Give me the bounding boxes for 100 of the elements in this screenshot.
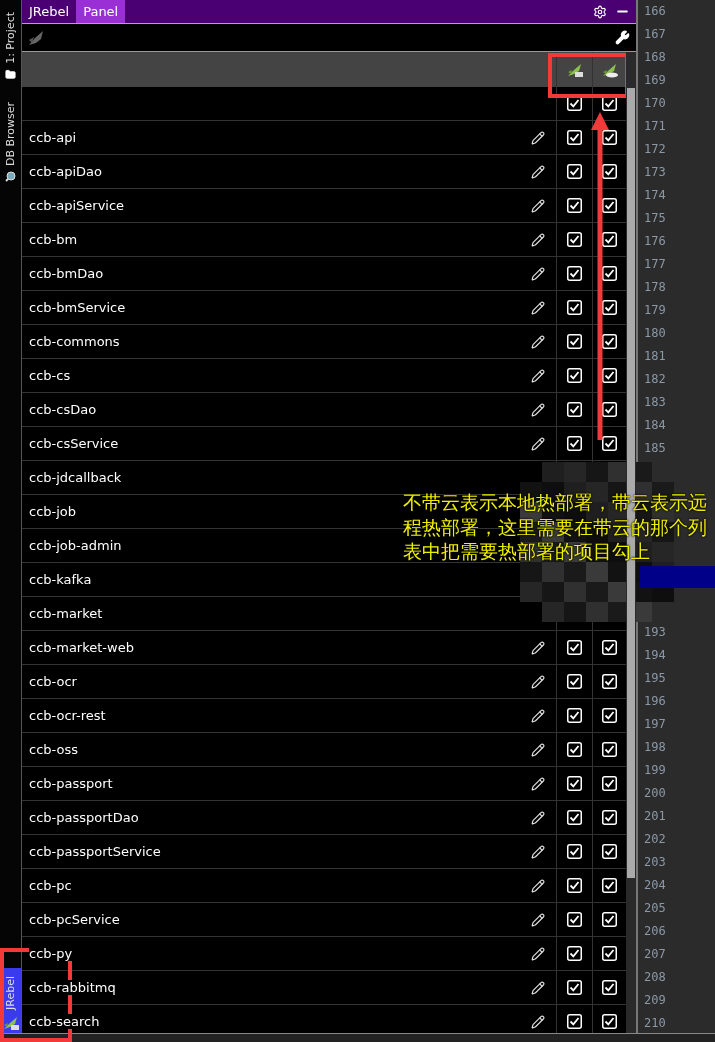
line-number: 184 xyxy=(644,417,667,434)
checkbox[interactable] xyxy=(567,266,582,281)
line-number: 208 xyxy=(644,969,667,986)
settings-icon[interactable] xyxy=(593,4,607,19)
edit-icon[interactable] xyxy=(531,844,545,859)
rocket-icon[interactable] xyxy=(28,29,46,46)
line-number: 198 xyxy=(644,739,667,756)
checkbox[interactable] xyxy=(567,368,582,383)
checkbox[interactable] xyxy=(567,912,582,927)
project-name: ccb-bmDao xyxy=(29,266,104,281)
line-number: 194 xyxy=(644,647,667,664)
project-name: ccb-apiDao xyxy=(29,164,102,179)
checkbox[interactable] xyxy=(567,232,582,247)
edit-icon[interactable] xyxy=(531,232,545,247)
checkbox[interactable] xyxy=(567,844,582,859)
checkbox[interactable] xyxy=(602,912,617,927)
checkbox[interactable] xyxy=(602,1014,617,1029)
project-name: ccb-oss xyxy=(29,742,78,757)
line-number: 200 xyxy=(644,785,667,802)
line-number: 183 xyxy=(644,394,667,411)
checkbox[interactable] xyxy=(602,776,617,791)
checkbox[interactable] xyxy=(567,810,582,825)
tool-window-tab[interactable]: DB Browser xyxy=(0,93,21,186)
checkbox[interactable] xyxy=(567,980,582,995)
edit-icon[interactable] xyxy=(531,368,545,383)
line-number: 210 xyxy=(644,1015,667,1032)
checkbox[interactable] xyxy=(567,130,582,145)
project-name: ccb-market-web xyxy=(29,640,134,655)
panel-tab[interactable]: Panel xyxy=(76,0,126,23)
project-name: ccb-ocr xyxy=(29,674,77,689)
line-number: 195 xyxy=(644,670,667,687)
checkbox[interactable] xyxy=(602,946,617,961)
folder-icon xyxy=(5,68,16,80)
checkbox[interactable] xyxy=(567,640,582,655)
checkbox[interactable] xyxy=(567,776,582,791)
edit-icon[interactable] xyxy=(531,300,545,315)
checkbox[interactable] xyxy=(567,164,582,179)
edit-icon[interactable] xyxy=(531,878,545,893)
line-number: 203 xyxy=(644,854,667,871)
edit-icon[interactable] xyxy=(531,640,545,655)
checkbox[interactable] xyxy=(602,640,617,655)
checkbox[interactable] xyxy=(567,878,582,893)
line-number: 202 xyxy=(644,831,667,848)
project-name: ccb-jdcallback xyxy=(29,470,122,485)
line-number: 174 xyxy=(644,187,667,204)
edit-icon[interactable] xyxy=(531,708,545,723)
edit-icon[interactable] xyxy=(531,912,545,927)
edit-icon[interactable] xyxy=(531,776,545,791)
checkbox[interactable] xyxy=(567,402,582,417)
line-number: 170 xyxy=(644,95,667,112)
checkbox[interactable] xyxy=(567,708,582,723)
line-number: 180 xyxy=(644,325,667,342)
checkbox[interactable] xyxy=(602,980,617,995)
edit-icon[interactable] xyxy=(531,946,545,961)
project-name: ccb-commons xyxy=(29,334,120,349)
panel-tab[interactable]: JRebel xyxy=(22,0,77,23)
checkbox[interactable] xyxy=(567,198,582,213)
checkbox[interactable] xyxy=(602,436,617,451)
line-number: 204 xyxy=(644,877,667,894)
edit-icon[interactable] xyxy=(531,266,545,281)
project-name: ccb-market xyxy=(29,606,103,621)
line-number: 172 xyxy=(644,141,667,158)
checkbox[interactable] xyxy=(602,878,617,893)
checkbox[interactable] xyxy=(602,674,617,689)
edit-icon[interactable] xyxy=(531,980,545,995)
edit-icon[interactable] xyxy=(531,810,545,825)
checkbox[interactable] xyxy=(602,844,617,859)
edit-icon[interactable] xyxy=(531,674,545,689)
project-name: ccb-job-admin xyxy=(29,538,122,553)
project-name: ccb-apiService xyxy=(29,198,125,213)
line-number: 168 xyxy=(644,49,667,66)
edit-icon[interactable] xyxy=(531,436,545,451)
edit-icon[interactable] xyxy=(531,402,545,417)
checkbox[interactable] xyxy=(567,436,582,451)
checkbox[interactable] xyxy=(602,742,617,757)
checkbox[interactable] xyxy=(602,708,617,723)
line-number: 209 xyxy=(644,992,667,1009)
edit-icon[interactable] xyxy=(531,164,545,179)
edit-icon[interactable] xyxy=(531,742,545,757)
project-name: ccb-kafka xyxy=(29,572,92,587)
checkbox[interactable] xyxy=(602,810,617,825)
project-name: ccb-csDao xyxy=(29,402,97,417)
wrench-icon[interactable] xyxy=(615,30,630,45)
project-name: ccb-rabbitmq xyxy=(29,980,116,995)
tool-window-tab[interactable]: 1: Project xyxy=(0,4,21,84)
checkbox[interactable] xyxy=(567,674,582,689)
edit-icon[interactable] xyxy=(531,1014,545,1029)
checkbox[interactable] xyxy=(567,946,582,961)
checkbox[interactable] xyxy=(567,1014,582,1029)
checkbox[interactable] xyxy=(567,334,582,349)
checkbox[interactable] xyxy=(567,742,582,757)
line-number: 201 xyxy=(644,808,667,825)
edit-icon[interactable] xyxy=(531,198,545,213)
edit-icon[interactable] xyxy=(531,130,545,145)
project-name: ccb-bmService xyxy=(29,300,126,315)
project-name: ccb-pc xyxy=(29,878,72,893)
project-name: ccb-passport xyxy=(29,776,113,791)
checkbox[interactable] xyxy=(567,300,582,315)
edit-icon[interactable] xyxy=(531,334,545,349)
project-name: ccb-search xyxy=(29,1014,100,1029)
